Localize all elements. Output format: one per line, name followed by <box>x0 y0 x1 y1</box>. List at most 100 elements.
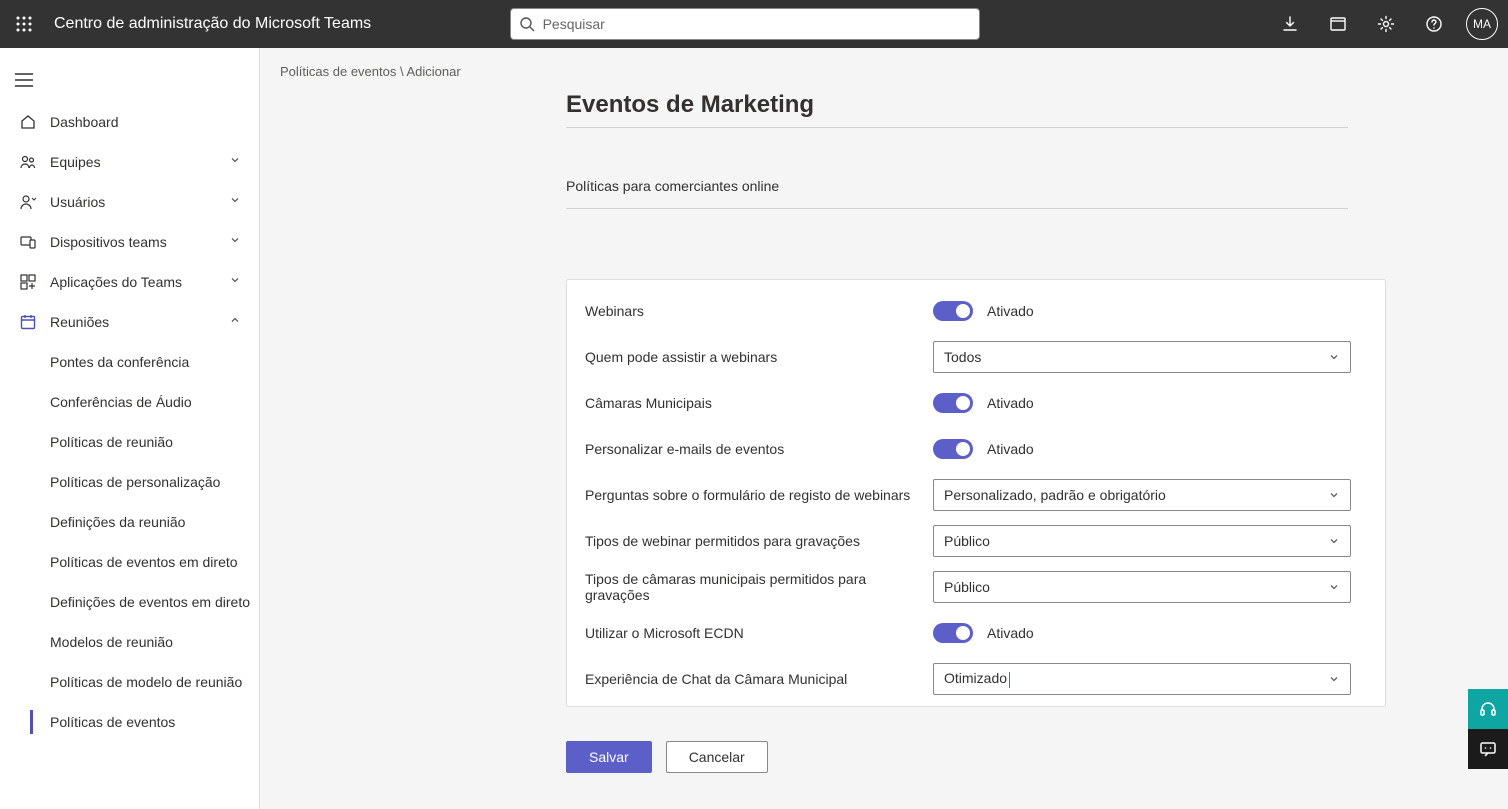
sidebar-item-label: Definições de eventos em direto <box>50 594 250 610</box>
breadcrumb-parent[interactable]: Políticas de eventos <box>280 64 396 79</box>
sidebar-sub-pontes[interactable]: Pontes da conferência <box>0 342 259 382</box>
home-icon <box>18 112 38 132</box>
sidebar-sub-definicoes-eventos-direto[interactable]: Definições de eventos em direto <box>0 582 259 622</box>
sidebar-sub-politicas-personalizacao[interactable]: Políticas de personalização <box>0 462 259 502</box>
sidebar-item-aplicacoes[interactable]: Aplicações do Teams <box>0 262 259 302</box>
sidebar-item-label: Políticas de personalização <box>50 474 220 490</box>
setting-label-who-can-attend: Quem pode assistir a webinars <box>585 349 933 365</box>
select-value: Otimizado <box>944 670 1010 687</box>
toggle-state: Ativado <box>987 303 1034 319</box>
setting-label-webinars: Webinars <box>585 303 933 319</box>
hamburger-icon[interactable] <box>0 58 48 102</box>
sidebar-item-label: Conferências de Áudio <box>50 394 192 410</box>
preview-icon[interactable] <box>1316 0 1360 48</box>
chevron-down-icon <box>1328 535 1340 547</box>
toggle-webinars[interactable] <box>933 301 973 321</box>
sidebar-sub-politicas-eventos[interactable]: Políticas de eventos <box>0 702 259 742</box>
sidebar-item-label: Definições da reunião <box>50 514 185 530</box>
toggle-state: Ativado <box>987 441 1034 457</box>
topbar: Centro de administração do Microsoft Tea… <box>0 0 1508 48</box>
sidebar-item-label: Pontes da conferência <box>50 354 189 370</box>
sidebar-item-usuarios[interactable]: Usuários <box>0 182 259 222</box>
download-icon[interactable] <box>1268 0 1312 48</box>
setting-label-registration-questions: Perguntas sobre o formulário de registo … <box>585 487 933 503</box>
people-icon <box>18 152 38 172</box>
app-launcher-icon[interactable] <box>0 0 48 48</box>
chevron-down-icon <box>1328 351 1340 363</box>
select-value: Público <box>944 579 990 595</box>
chevron-down-icon <box>229 234 245 250</box>
toggle-use-ecdn[interactable] <box>933 623 973 643</box>
sidebar-sub-politicas-eventos-direto[interactable]: Políticas de eventos em direto <box>0 542 259 582</box>
sidebar-item-label: Usuários <box>50 194 229 210</box>
search-box[interactable] <box>510 8 980 40</box>
select-townhall-chat[interactable]: Otimizado <box>933 663 1351 695</box>
chevron-down-icon <box>1328 673 1340 685</box>
sidebar-item-label: Equipes <box>50 154 229 170</box>
sidebar-item-label: Reuniões <box>50 314 229 330</box>
topbar-title: Centro de administração do Microsoft Tea… <box>54 15 371 33</box>
breadcrumb: Políticas de eventos \ Adicionar <box>260 48 1508 91</box>
sidebar-item-reunioes[interactable]: Reuniões <box>0 302 259 342</box>
gear-icon[interactable] <box>1364 0 1408 48</box>
search-icon <box>519 16 535 32</box>
cancel-button[interactable]: Cancelar <box>666 741 768 773</box>
sidebar-sub-politicas-modelo-reuniao[interactable]: Políticas de modelo de reunião <box>0 662 259 702</box>
page-title: Eventos de Marketing <box>566 91 1348 119</box>
chevron-up-icon <box>229 314 245 330</box>
sidebar-item-dashboard[interactable]: Dashboard <box>0 102 259 142</box>
main-content: Políticas de eventos \ Adicionar Eventos… <box>260 48 1508 809</box>
sidebar-item-equipes[interactable]: Equipes <box>0 142 259 182</box>
select-value: Personalizado, padrão e obrigatório <box>944 487 1166 503</box>
sidebar-item-label: Políticas de reunião <box>50 434 173 450</box>
sidebar-sub-politicas-reuniao[interactable]: Políticas de reunião <box>0 422 259 462</box>
apps-icon <box>18 272 38 292</box>
chevron-down-icon <box>229 194 245 210</box>
toggle-state: Ativado <box>987 395 1034 411</box>
chevron-down-icon <box>229 274 245 290</box>
select-registration-questions[interactable]: Personalizado, padrão e obrigatório <box>933 479 1351 511</box>
chevron-down-icon <box>1328 489 1340 501</box>
select-townhall-recording-types[interactable]: Público <box>933 571 1351 603</box>
setting-label-townhall-recording-types: Tipos de câmaras municipais permitidos p… <box>585 571 933 603</box>
devices-icon <box>18 232 38 252</box>
sidebar-item-label: Políticas de eventos <box>50 714 175 730</box>
breadcrumb-current: Adicionar <box>407 64 461 79</box>
sidebar-sub-definicoes-reuniao[interactable]: Definições da reunião <box>0 502 259 542</box>
sidebar-item-label: Políticas de eventos em direto <box>50 554 238 570</box>
sidebar-item-label: Dispositivos teams <box>50 234 229 250</box>
text-cursor <box>1009 672 1010 688</box>
search-input[interactable] <box>543 16 971 32</box>
page-description: Políticas para comerciantes online <box>566 128 1348 209</box>
setting-label-use-ecdn: Utilizar o Microsoft ECDN <box>585 625 933 641</box>
sidebar-item-dispositivos[interactable]: Dispositivos teams <box>0 222 259 262</box>
person-icon <box>18 192 38 212</box>
headset-help-icon[interactable] <box>1468 689 1508 729</box>
chevron-down-icon <box>229 154 245 170</box>
sidebar-sub-conferencias-audio[interactable]: Conferências de Áudio <box>0 382 259 422</box>
setting-label-customize-emails: Personalizar e-mails de eventos <box>585 441 933 457</box>
sidebar-sub-modelos-reuniao[interactable]: Modelos de reunião <box>0 622 259 662</box>
setting-label-webinar-recording-types: Tipos de webinar permitidos para gravaçõ… <box>585 533 933 549</box>
feedback-icon[interactable] <box>1468 729 1508 769</box>
sidebar-item-label: Aplicações do Teams <box>50 274 229 290</box>
select-value: Público <box>944 533 990 549</box>
select-value: Todos <box>944 349 981 365</box>
sidebar: Dashboard Equipes Usuários <box>0 48 260 809</box>
setting-label-townhall-chat: Experiência de Chat da Câmara Municipal <box>585 671 933 687</box>
sidebar-item-label: Políticas de modelo de reunião <box>50 674 242 690</box>
toggle-town-halls[interactable] <box>933 393 973 413</box>
save-button[interactable]: Salvar <box>566 741 652 773</box>
sidebar-item-label: Dashboard <box>50 114 245 130</box>
toggle-state: Ativado <box>987 625 1034 641</box>
settings-card: Webinars Ativado Quem pode assistir a we… <box>566 279 1386 707</box>
select-webinar-recording-types[interactable]: Público <box>933 525 1351 557</box>
help-icon[interactable] <box>1412 0 1456 48</box>
calendar-icon <box>18 312 38 332</box>
setting-label-town-halls: Câmaras Municipais <box>585 395 933 411</box>
avatar[interactable]: MA <box>1466 8 1498 40</box>
toggle-customize-emails[interactable] <box>933 439 973 459</box>
sidebar-item-label: Modelos de reunião <box>50 634 173 650</box>
chevron-down-icon <box>1328 581 1340 593</box>
select-who-can-attend[interactable]: Todos <box>933 341 1351 373</box>
